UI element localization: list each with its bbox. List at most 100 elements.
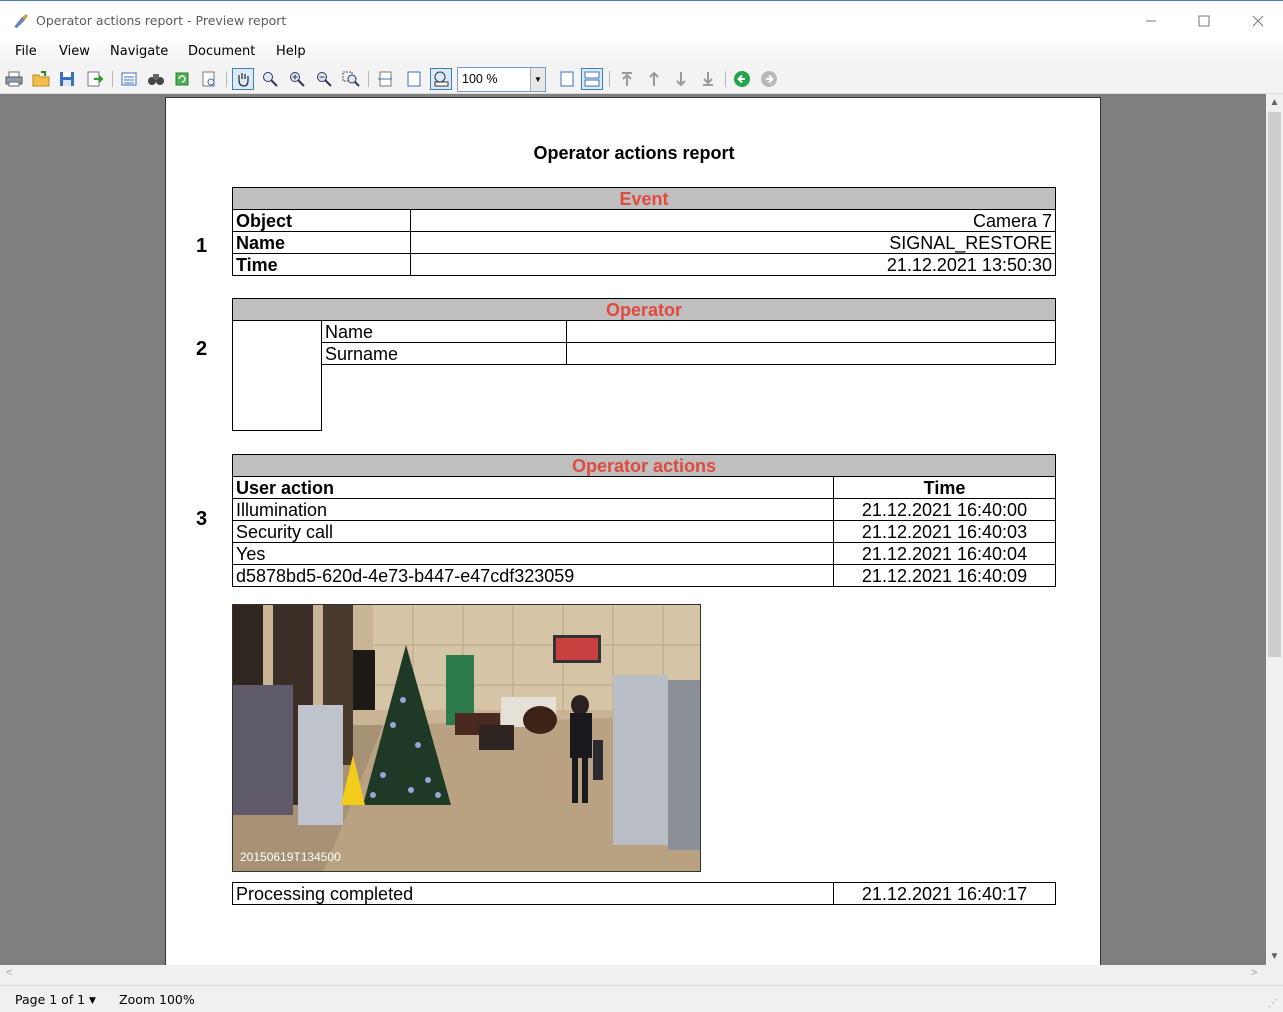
zoom-in-icon[interactable] [286, 68, 308, 90]
row-value: 21.12.2021 13:50:30 [410, 253, 1056, 276]
document-viewport[interactable]: Operator actions report 1 Event Object C… [0, 94, 1266, 965]
next-page-icon[interactable] [670, 68, 692, 90]
table-row: d5878bd5-620d-4e73-b447-e47cdf323059 21.… [232, 564, 1056, 587]
menu-navigate[interactable]: Navigate [110, 44, 168, 59]
status-bar: Page 1 of 1 ▼ Zoom 100% ⋰ [0, 985, 1283, 1012]
table-row: Illumination 21.12.2021 16:40:00 [232, 498, 1056, 521]
open-icon[interactable] [30, 68, 52, 90]
forward-icon[interactable] [758, 68, 780, 90]
processing-status: Processing completed [232, 882, 834, 905]
scroll-up-icon[interactable]: ▲ [1266, 94, 1283, 111]
scroll-right-icon[interactable]: > [1251, 967, 1257, 979]
menu-document[interactable]: Document [188, 44, 255, 59]
row-value: Camera 7 [410, 209, 1056, 232]
menu-bar: File View Navigate Document Help [0, 40, 1283, 64]
scroll-down-icon[interactable]: ▼ [1266, 948, 1283, 965]
back-icon[interactable] [731, 68, 753, 90]
table-row: Yes 21.12.2021 16:40:04 [232, 542, 1056, 565]
export-icon[interactable] [84, 68, 106, 90]
table-row: Name [232, 320, 1056, 431]
table-row: Time 21.12.2021 13:50:30 [232, 253, 1056, 276]
zoom-select[interactable]: 100 % ▼ [457, 67, 546, 92]
time-cell: 21.12.2021 16:40:04 [833, 542, 1056, 565]
resize-grip-icon[interactable]: ⋰ [1268, 998, 1278, 1009]
table-row: Processing completed 21.12.2021 16:40:17 [232, 882, 1056, 905]
zoom-out-icon[interactable] [313, 68, 335, 90]
operator-actions-table: Operator actions User action Time Illumi… [232, 454, 1056, 587]
window-title: Operator actions report - Preview report [36, 13, 287, 28]
operator-photo-cell [232, 320, 322, 431]
refresh-icon[interactable] [171, 68, 193, 90]
zoom-select-value: 100 % [462, 72, 498, 86]
table-row: Object Camera 7 [232, 209, 1056, 232]
table-header: Operator [232, 298, 1056, 321]
horizontal-scrollbar[interactable]: < > [0, 965, 1266, 985]
table-row: User action Time [232, 476, 1056, 499]
row-label: Name [232, 231, 411, 254]
action-cell: d5878bd5-620d-4e73-b447-e47cdf323059 [232, 564, 834, 587]
action-cell: Security call [232, 520, 834, 543]
table-of-contents-icon[interactable] [118, 68, 140, 90]
menu-view[interactable]: View [59, 44, 90, 59]
close-button[interactable] [1243, 9, 1273, 33]
previous-page-icon[interactable] [643, 68, 665, 90]
vertical-scrollbar[interactable]: ▲ ▼ [1266, 94, 1283, 965]
whole-page-icon[interactable] [403, 68, 425, 90]
time-cell: 21.12.2021 16:40:03 [833, 520, 1056, 543]
first-page-icon[interactable] [616, 68, 638, 90]
two-pages-icon[interactable] [581, 68, 603, 90]
action-cell: Yes [232, 542, 834, 565]
table-header: Event [232, 187, 1056, 210]
snapshot-timestamp: 20150619T134500 [240, 850, 341, 864]
operator-table: Operator Name Surname [232, 298, 1056, 431]
table-row: Surname [233, 342, 1056, 365]
row-value: SIGNAL_RESTORE [410, 231, 1056, 254]
time-cell: 21.12.2021 16:40:09 [833, 564, 1056, 587]
processing-table: Processing completed 21.12.2021 16:40:17 [232, 882, 1056, 905]
section-number: 1 [196, 235, 208, 257]
magnifier-icon[interactable] [259, 68, 281, 90]
toolbar [0, 64, 1283, 94]
report-title: Operator actions report [533, 143, 735, 163]
maximize-button[interactable] [1189, 9, 1219, 33]
find-icon[interactable] [145, 68, 167, 90]
scroll-thumb[interactable] [1268, 112, 1281, 657]
zoom-indicator: Zoom 100% [119, 992, 195, 1007]
scroll-left-icon[interactable]: < [6, 967, 12, 979]
column-header-time: Time [833, 476, 1056, 499]
row-value [566, 320, 1056, 343]
camera-snapshot: 20150619T134500 [232, 604, 701, 872]
print-icon[interactable] [3, 68, 25, 90]
row-label: Object [232, 209, 411, 232]
title-bar: Operator actions report - Preview report [0, 0, 1283, 40]
last-page-icon[interactable] [697, 68, 719, 90]
minimize-button[interactable] [1136, 9, 1166, 33]
table-header: Operator actions [232, 454, 1056, 477]
scroll-corner [1266, 965, 1283, 985]
row-value [566, 342, 1056, 365]
action-cell: Illumination [232, 498, 834, 521]
table-row: Security call 21.12.2021 16:40:03 [232, 520, 1056, 543]
menu-file[interactable]: File [15, 44, 37, 59]
row-label: Time [232, 253, 411, 276]
row-label: Name [321, 320, 567, 343]
menu-help[interactable]: Help [276, 44, 306, 59]
actual-size-icon[interactable] [430, 68, 452, 90]
page-setup-icon[interactable] [198, 68, 220, 90]
hand-tool-icon[interactable] [232, 68, 254, 90]
table-row: Name SIGNAL_RESTORE [232, 231, 1056, 254]
page-width-icon[interactable] [374, 68, 396, 90]
processing-time: 21.12.2021 16:40:17 [833, 882, 1056, 905]
save-icon[interactable] [56, 68, 78, 90]
column-header-action: User action [232, 476, 834, 499]
page-indicator[interactable]: Page 1 of 1 [15, 992, 85, 1007]
zoom-region-icon[interactable] [340, 68, 362, 90]
report-page: Operator actions report 1 Event Object C… [165, 97, 1101, 965]
event-table: Event Object Camera 7 Name SIGNAL_RESTOR… [232, 187, 1056, 276]
chevron-down-icon[interactable]: ▼ [89, 996, 96, 1006]
row-label: Surname [321, 342, 567, 365]
app-icon [12, 13, 30, 29]
time-cell: 21.12.2021 16:40:00 [833, 498, 1056, 521]
single-page-icon[interactable] [556, 68, 578, 90]
chevron-down-icon[interactable]: ▼ [530, 68, 545, 91]
